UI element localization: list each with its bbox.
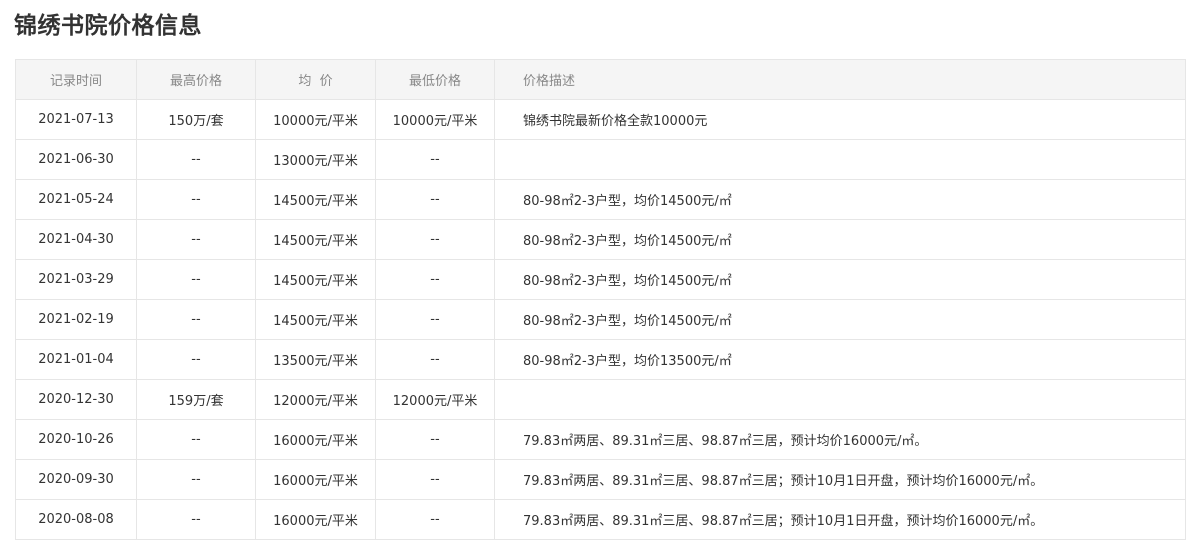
cell-description	[494, 379, 1186, 420]
table-row: 2020-10-26 -- 16000元/平米 -- 79.83㎡两居、89.31㎡三居…	[15, 419, 1186, 460]
cell-min-price: --	[375, 419, 495, 460]
cell-description: 80-98㎡2-3户型，均价14500元/㎡	[494, 299, 1186, 340]
cell-record-time: 2021-05-24	[15, 179, 137, 220]
cell-avg-price: 14500元/平米	[255, 219, 376, 260]
table-row: 2021-07-13 150万/套 10000元/平米 10000元/平米 锦绣书院最新…	[15, 99, 1186, 140]
table-row: 2020-09-30 -- 16000元/平米 -- 79.83㎡两居、89.31㎡三居…	[15, 459, 1186, 500]
header-max-price: 最高价格	[136, 59, 256, 100]
header-description: 价格描述	[494, 59, 1186, 100]
cell-min-price: --	[375, 219, 495, 260]
cell-min-price: --	[375, 299, 495, 340]
cell-record-time: 2021-03-29	[15, 259, 137, 300]
cell-description: 锦绣书院最新价格全款10000元	[494, 99, 1186, 140]
cell-min-price: 12000元/平米	[375, 379, 495, 420]
cell-avg-price: 14500元/平米	[255, 259, 376, 300]
cell-avg-price: 12000元/平米	[255, 379, 376, 420]
cell-record-time: 2020-09-30	[15, 459, 137, 500]
table-row: 2021-01-04 -- 13500元/平米 -- 80-98㎡2-3户型，均价135…	[15, 339, 1186, 380]
cell-record-time: 2020-08-08	[15, 499, 137, 540]
cell-record-time: 2021-01-04	[15, 339, 137, 380]
cell-max-price: --	[136, 459, 256, 500]
header-min-price: 最低价格	[375, 59, 495, 100]
cell-record-time: 2021-02-19	[15, 299, 137, 340]
table-row: 2021-04-30 -- 14500元/平米 -- 80-98㎡2-3户型，均价145…	[15, 219, 1186, 260]
cell-max-price: 150万/套	[136, 99, 256, 140]
cell-avg-price: 13000元/平米	[255, 139, 376, 180]
cell-description: 79.83㎡两居、89.31㎡三居、98.87㎡三居，预计均价16000元/㎡。	[494, 419, 1186, 460]
price-history-table: 记录时间 最高价格 均 价 最低价格 价格描述 2021-07-13 150万/套…	[15, 59, 1186, 540]
table-row: 2021-02-19 -- 14500元/平米 -- 80-98㎡2-3户型，均价145…	[15, 299, 1186, 340]
table-row: 2020-08-08 -- 16000元/平米 -- 79.83㎡两居、89.31㎡三居…	[15, 499, 1186, 540]
cell-record-time: 2021-04-30	[15, 219, 137, 260]
cell-max-price: --	[136, 339, 256, 380]
cell-max-price: --	[136, 179, 256, 220]
cell-max-price: --	[136, 219, 256, 260]
cell-record-time: 2021-06-30	[15, 139, 137, 180]
cell-min-price: --	[375, 139, 495, 180]
cell-max-price: 159万/套	[136, 379, 256, 420]
cell-description: 80-98㎡2-3户型，均价13500元/㎡	[494, 339, 1186, 380]
cell-max-price: --	[136, 419, 256, 460]
cell-max-price: --	[136, 299, 256, 340]
cell-record-time: 2020-12-30	[15, 379, 137, 420]
cell-record-time: 2021-07-13	[15, 99, 137, 140]
cell-avg-price: 16000元/平米	[255, 419, 376, 460]
cell-avg-price: 13500元/平米	[255, 339, 376, 380]
cell-max-price: --	[136, 139, 256, 180]
cell-description: 80-98㎡2-3户型，均价14500元/㎡	[494, 259, 1186, 300]
table-header-row: 记录时间 最高价格 均 价 最低价格 价格描述	[15, 59, 1186, 100]
cell-avg-price: 16000元/平米	[255, 499, 376, 540]
table-row: 2021-06-30 -- 13000元/平米 --	[15, 139, 1186, 180]
cell-min-price: --	[375, 339, 495, 380]
cell-min-price: --	[375, 499, 495, 540]
cell-description: 80-98㎡2-3户型，均价14500元/㎡	[494, 179, 1186, 220]
cell-avg-price: 16000元/平米	[255, 459, 376, 500]
cell-record-time: 2020-10-26	[15, 419, 137, 460]
cell-description	[494, 139, 1186, 180]
cell-avg-price: 10000元/平米	[255, 99, 376, 140]
cell-avg-price: 14500元/平米	[255, 299, 376, 340]
cell-max-price: --	[136, 259, 256, 300]
cell-description: 80-98㎡2-3户型，均价14500元/㎡	[494, 219, 1186, 260]
table-row: 2020-12-30 159万/套 12000元/平米 12000元/平米	[15, 379, 1186, 420]
cell-min-price: --	[375, 259, 495, 300]
table-row: 2021-03-29 -- 14500元/平米 -- 80-98㎡2-3户型，均价145…	[15, 259, 1186, 300]
table-row: 2021-05-24 -- 14500元/平米 -- 80-98㎡2-3户型，均价145…	[15, 179, 1186, 220]
cell-min-price: --	[375, 179, 495, 220]
cell-avg-price: 14500元/平米	[255, 179, 376, 220]
page-title: 锦绣书院价格信息	[14, 13, 202, 39]
cell-min-price: --	[375, 459, 495, 500]
cell-max-price: --	[136, 499, 256, 540]
cell-description: 79.83㎡两居、89.31㎡三居、98.87㎡三居；预计10月1日开盘，预计均…	[494, 459, 1186, 500]
cell-min-price: 10000元/平米	[375, 99, 495, 140]
header-avg-price: 均 价	[255, 59, 376, 100]
header-record-time: 记录时间	[15, 59, 137, 100]
cell-description: 79.83㎡两居、89.31㎡三居、98.87㎡三居；预计10月1日开盘，预计均…	[494, 499, 1186, 540]
